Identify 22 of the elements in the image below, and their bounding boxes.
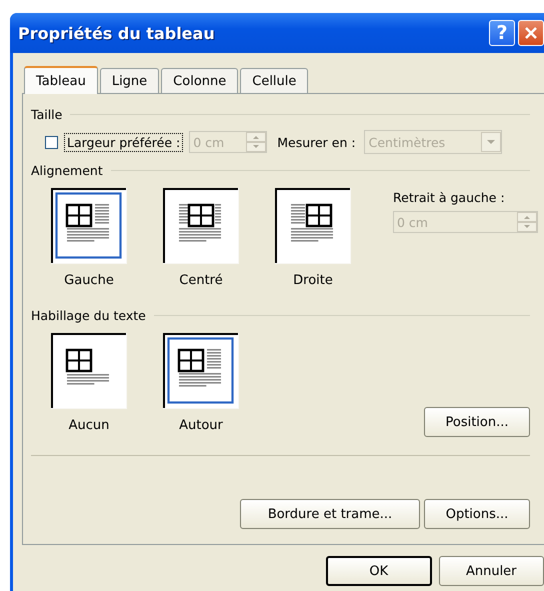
cancel-button[interactable]: Annuler <box>438 556 544 586</box>
section-title: Habillage du texte <box>31 308 146 322</box>
wrapping-option[interactable]: Aucun <box>51 333 127 433</box>
window-title: Propriétés du tableau <box>18 24 216 42</box>
alignment-option[interactable]: Centré <box>163 188 239 288</box>
tab[interactable]: Ligne <box>100 68 160 93</box>
ok-button[interactable]: OK <box>326 556 432 586</box>
alignment-option[interactable]: Droite <box>275 188 351 288</box>
section-title: Alignement <box>31 162 103 178</box>
field-label: Mesurer en : <box>277 134 356 150</box>
position-button[interactable]: Position... <box>424 407 530 437</box>
tab[interactable]: Cellule <box>240 68 308 93</box>
help-button[interactable]: ? <box>489 20 515 46</box>
borders-button[interactable]: Bordure et trame... <box>240 499 420 529</box>
checkbox-label: Largeur préférée : <box>64 132 184 152</box>
alignment-option[interactable]: Gauche <box>51 188 127 288</box>
field-label: Retrait à gauche : <box>393 190 506 205</box>
tab[interactable]: Tableau <box>24 66 98 94</box>
tab[interactable]: Colonne <box>161 68 238 93</box>
section-title: Taille <box>31 106 62 122</box>
options-button[interactable]: Options... <box>424 499 530 529</box>
wrapping-option[interactable]: Autour <box>163 333 239 433</box>
